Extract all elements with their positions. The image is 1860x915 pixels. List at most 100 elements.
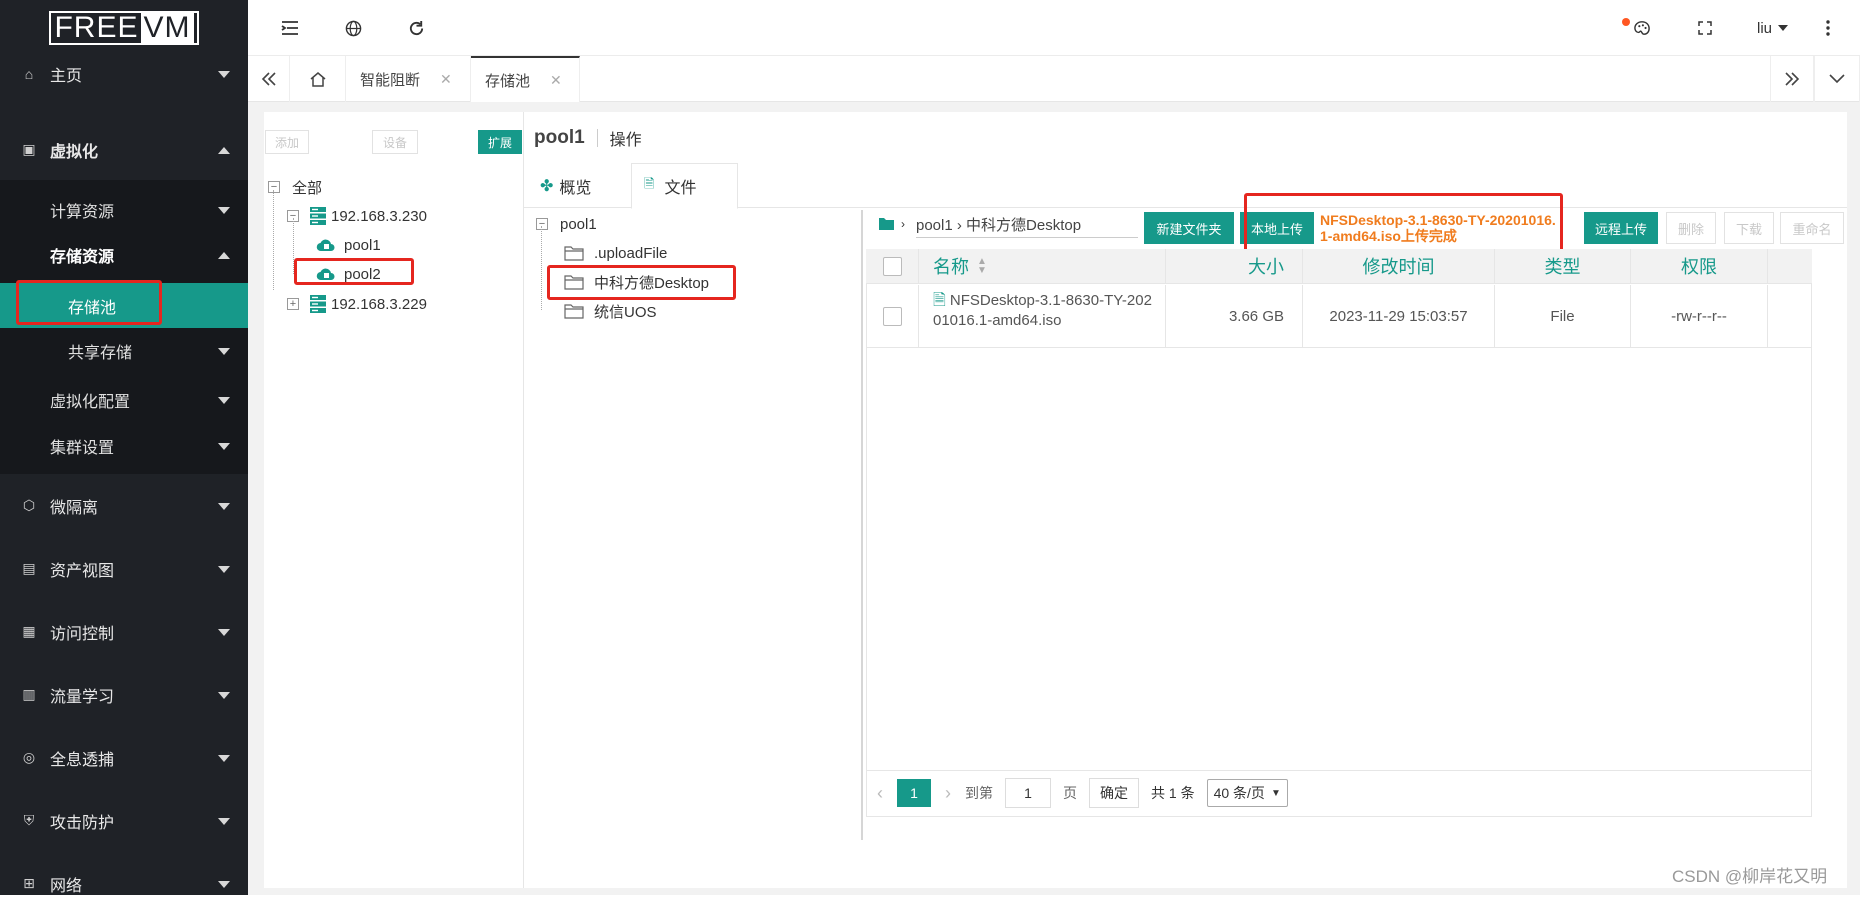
header-type[interactable]: 类型: [1495, 249, 1631, 283]
tree-label: pool1: [560, 215, 597, 233]
tab-overview[interactable]: ✤ 概览: [534, 164, 630, 208]
collapse-icon[interactable]: −: [536, 218, 548, 230]
logo-mark: FREE VM: [49, 11, 199, 45]
folder-icon: [564, 304, 584, 319]
sidebar-item-label: 访问控制: [50, 625, 115, 643]
row-checkbox[interactable]: [882, 306, 902, 326]
header-size[interactable]: 大小: [1166, 249, 1303, 283]
page-size-value: 40 条/页: [1213, 785, 1265, 801]
asset-icon: ▤: [22, 560, 36, 576]
sort-icon[interactable]: ▲ ▼: [977, 257, 987, 276]
sidebar-item-access[interactable]: ▦ 访问控制: [0, 600, 248, 663]
sidebar-item-virt-config[interactable]: 虚拟化配置: [0, 377, 248, 422]
device-button[interactable]: 设备: [372, 130, 418, 154]
pagination: ‹ 1 › 到第 1 页 确定 共 1 条 40 条/页 ▼: [877, 778, 1288, 808]
remote-upload-button[interactable]: 远程上传: [1584, 212, 1658, 244]
sidebar-item-label: 攻击防护: [50, 814, 115, 832]
path-text: pool1 › 中科方德Desktop: [916, 217, 1082, 234]
palette-icon[interactable]: [1622, 0, 1662, 56]
header-select-all[interactable]: [866, 249, 919, 283]
sidebar-item-assets[interactable]: ▤ 资产视图: [0, 537, 248, 600]
rename-button[interactable]: 重命名: [1780, 212, 1844, 244]
cell-type: File: [1495, 285, 1631, 347]
folder-uploadfile[interactable]: .uploadFile: [564, 240, 667, 266]
target-icon: ◎: [22, 749, 36, 765]
next-page-icon[interactable]: ›: [945, 783, 951, 804]
sidebar-item-storage[interactable]: 存储资源: [0, 232, 248, 277]
expand-button[interactable]: 扩展: [478, 130, 522, 154]
download-button[interactable]: 下载: [1724, 212, 1774, 244]
tree-label: pool1: [344, 236, 381, 254]
sidebar-item-traffic[interactable]: ▥ 流量学习: [0, 663, 248, 726]
server-icon: [310, 207, 326, 225]
sidebar-item-microseg[interactable]: ⬡ 微隔离: [0, 474, 248, 537]
file-icon: 🗎: [933, 292, 946, 309]
header-label: 名称: [933, 257, 969, 277]
close-icon[interactable]: ✕: [440, 71, 452, 88]
tab-files[interactable]: 🗎 文件: [631, 163, 738, 209]
more-vertical-icon[interactable]: [1808, 0, 1848, 56]
menu-toggle-icon[interactable]: [270, 0, 310, 56]
sidebar-item-shared-storage[interactable]: 共享存储: [0, 328, 248, 373]
chevron-down-icon: [218, 628, 230, 636]
tab-scroll-right-icon[interactable]: [1770, 56, 1814, 102]
page-current[interactable]: 1: [897, 779, 931, 807]
sidebar-item-home[interactable]: ⌂ 主页: [0, 42, 248, 105]
tab-storage-pool[interactable]: 存储池 ✕: [471, 56, 580, 102]
tree-host-230[interactable]: − 192.168.3.230: [287, 203, 427, 229]
divider: [596, 129, 598, 147]
tree-guide: [273, 190, 274, 290]
header-name[interactable]: 名称 ▲ ▼: [919, 249, 1166, 283]
add-button[interactable]: 添加: [265, 130, 309, 154]
sidebar-item-virtualization[interactable]: ▣ 虚拟化: [0, 118, 248, 181]
tab-smart-block[interactable]: 智能阻断 ✕: [346, 56, 471, 102]
tree-pool1[interactable]: pool1: [316, 232, 381, 258]
tab-menu-chevron-down-icon[interactable]: [1814, 56, 1860, 102]
goto-confirm-button[interactable]: 确定: [1089, 778, 1139, 808]
row-select[interactable]: [866, 285, 919, 347]
header-label: 大小: [1248, 257, 1284, 277]
page-unit-label: 页: [1063, 785, 1077, 801]
sidebar-item-network[interactable]: ⊞ 网络: [0, 852, 248, 915]
tab-label: 智能阻断: [360, 71, 421, 89]
globe-icon[interactable]: [333, 0, 373, 56]
splitter[interactable]: [861, 210, 863, 840]
tab-scroll-left-icon[interactable]: [248, 56, 290, 102]
page-size-select[interactable]: 40 条/页 ▼: [1206, 779, 1288, 807]
detail-header: pool1 操作: [534, 124, 642, 152]
sidebar-item-cluster[interactable]: 集群设置: [0, 423, 248, 468]
user-menu[interactable]: liu: [1757, 0, 1789, 56]
tab-label: 文件: [664, 180, 697, 197]
delete-button[interactable]: 删除: [1666, 212, 1716, 244]
path-input[interactable]: pool1 › 中科方德Desktop: [916, 212, 1138, 238]
select-all-checkbox[interactable]: [882, 256, 902, 276]
folder-uos[interactable]: 统信UOS: [564, 298, 657, 324]
tree-host-229[interactable]: + 192.168.3.229: [287, 291, 427, 317]
header-perm[interactable]: 权限: [1631, 249, 1768, 283]
expand-icon[interactable]: +: [287, 298, 299, 310]
page-input[interactable]: 1: [1005, 778, 1051, 808]
prev-page-icon[interactable]: ‹: [877, 783, 883, 804]
folder-tree-root[interactable]: − pool1: [536, 211, 597, 237]
table-row[interactable]: 🗎 NFSDesktop-3.1-8630-TY-20201016.1-amd64…: [866, 285, 1812, 348]
sidebar-item-attack[interactable]: ⛨ 攻击防护: [0, 789, 248, 852]
header-mtime[interactable]: 修改时间: [1303, 249, 1495, 283]
sidebar-item-holographic[interactable]: ◎ 全息透捕: [0, 726, 248, 789]
tree-label: 统信UOS: [594, 303, 657, 321]
action-link[interactable]: 操作: [610, 126, 642, 150]
collapse-icon[interactable]: −: [268, 181, 280, 193]
sidebar-item-compute[interactable]: 计算资源: [0, 187, 248, 232]
top-header: [248, 0, 1860, 56]
chevron-up-icon: [218, 251, 230, 259]
refresh-icon[interactable]: [396, 0, 436, 56]
tree-root-all[interactable]: − 全部: [268, 174, 322, 200]
cell-name[interactable]: 🗎 NFSDesktop-3.1-8630-TY-20201016.1-amd64…: [919, 285, 1166, 347]
new-folder-button[interactable]: 新建文件夹: [1144, 212, 1234, 244]
home-icon: ⌂: [24, 65, 34, 82]
sidebar-item-label: 全息透捕: [50, 751, 115, 769]
tab-home-icon[interactable]: [290, 56, 346, 102]
close-icon[interactable]: ✕: [550, 72, 562, 89]
chevron-down-icon: [218, 754, 230, 762]
fullscreen-icon[interactable]: [1685, 0, 1725, 56]
total-count: 共 1 条: [1151, 785, 1195, 801]
